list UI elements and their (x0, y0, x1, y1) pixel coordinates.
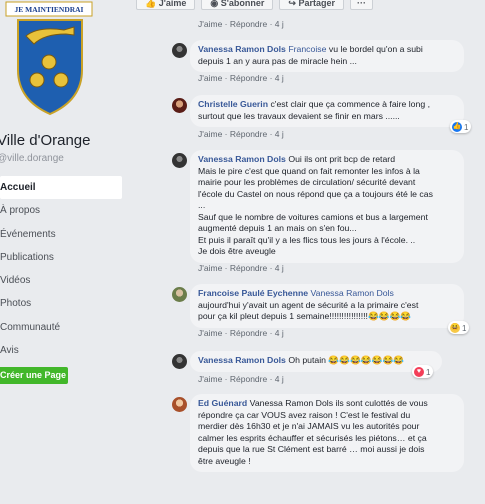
reaction-count[interactable]: ♥ 1 (412, 365, 434, 378)
avatar[interactable] (172, 43, 187, 58)
create-page-button[interactable]: Créer une Page (0, 367, 68, 384)
city-crest-logo[interactable]: JE MAINTIENDRAI (4, 0, 96, 118)
page-handle[interactable]: @ville.dorange (0, 153, 64, 164)
avatar[interactable] (172, 98, 187, 113)
comment-like-link[interactable]: J'aime (198, 328, 222, 338)
comment-reply-link[interactable]: Répondre (230, 73, 267, 83)
comment-author[interactable]: Vanessa Ramon Dols (198, 154, 286, 164)
nav-item-accueil[interactable]: Accueil (0, 176, 122, 200)
comment-text: Mais le pire c'est que quand on fait rem… (198, 165, 420, 176)
nav-item-communaute[interactable]: Communauté (0, 316, 122, 339)
avatar[interactable] (172, 287, 187, 302)
comment-like-link[interactable]: J'aime (198, 263, 222, 273)
comment-bubble: Christelle Guerin c'est clair que ça com… (190, 95, 464, 127)
comment-time[interactable]: 4 j (275, 73, 284, 83)
comment-text: Et puis il paraît qu'il y a les flics to… (198, 234, 416, 245)
comment-text: Vanessa Ramon Dols ils sont culottés de … (249, 398, 428, 408)
comment-bubble: Vanessa Ramon Dols Oui ils ont prit bcp … (190, 150, 464, 263)
comment-text: Sauf que le nombre de voitures camions e… (198, 211, 428, 222)
nav-item-a-propos[interactable]: À propos (0, 199, 122, 222)
comment-text: surtout que les travaux devaient se fini… (198, 110, 400, 121)
comment-author[interactable]: Vanessa Ramon Dols (198, 355, 286, 365)
comment-text: c'est clair que ça commence à faire long… (270, 99, 430, 109)
comment-reply-link[interactable]: Répondre (230, 263, 267, 273)
nav-item-evenements[interactable]: Événements (0, 223, 122, 246)
nav-item-photos[interactable]: Photos (0, 292, 122, 315)
comment-author[interactable]: Francoise Paulé Eychenne (198, 288, 308, 298)
comment-mention[interactable]: Vanessa Ramon Dols (311, 288, 394, 298)
comment-actions: J'aime · Répondre · 4 j (198, 19, 284, 29)
comment-actions: J'aime · Répondre · 4 j (198, 263, 284, 273)
avatar[interactable] (172, 153, 187, 168)
comment-author[interactable]: Christelle Guerin (198, 99, 268, 109)
comment-actions: J'aime · Répondre · 4 j (198, 328, 284, 338)
comment-reply-link[interactable]: Répondre (230, 328, 267, 338)
comment-text: Je dois être aveugle (198, 246, 276, 256)
comment-time[interactable]: 4 j (275, 19, 284, 29)
comment-text: depuis que la rue St Clément est barré …… (198, 444, 425, 454)
comment-bubble: Francoise Paulé Eychenne Vanessa Ramon D… (190, 284, 464, 328)
avatar[interactable] (172, 397, 187, 412)
heart-reaction-icon: ♥ (414, 367, 424, 377)
comment-reply-link[interactable]: Répondre (230, 374, 267, 384)
thumbs-up-icon: 👍 (145, 0, 159, 8)
reaction-number: 1 (464, 122, 469, 132)
page-nav: Accueil À propos Événements Publications… (0, 176, 122, 362)
comment-author[interactable]: Vanessa Ramon Dols (198, 44, 286, 54)
svg-text:JE MAINTIENDRAI: JE MAINTIENDRAI (15, 5, 84, 14)
comment-text: vu le bordel qu'on a subi (328, 44, 423, 54)
comment-text: depuis 1 an y aura pas de miracle hein .… (198, 55, 357, 66)
comment-author[interactable]: Ed Guénard (198, 398, 247, 408)
comment-text: augmenté depuis 1 an mais on s'en fou... (198, 223, 357, 233)
avatar[interactable] (172, 354, 187, 369)
page-sidebar: JE MAINTIENDRAI Ville d'Orange @ville.do… (0, 0, 128, 504)
comment-text: être aveugle ! (198, 455, 251, 466)
comment-like-link[interactable]: J'aime (198, 73, 222, 83)
reaction-count[interactable]: 😆 1 (448, 321, 470, 334)
comment-bubble: Vanessa Ramon Dols Oh putain 😂😂😂😂😂😂😂 (190, 351, 442, 372)
comment-actions: J'aime · Répondre · 4 j (198, 73, 284, 83)
like-reaction-icon: 👍 (452, 122, 462, 132)
comment-text: pour ça kil pleut depuis 1 semaine!!!!!!… (198, 311, 412, 321)
comment-time[interactable]: 4 j (275, 129, 284, 139)
comment-text: l'école du Castel on nous répond que ça … (198, 188, 433, 199)
comment-text: merdier dès 16h30 et je n'ai JAMAIS vu l… (198, 421, 420, 431)
comment-actions: J'aime · Répondre · 4 j (198, 374, 284, 384)
comment-text: Oh putain 😂😂😂😂😂😂😂 (288, 355, 405, 365)
comment-thread: J'aime · Répondre · 4 j Vanessa Ramon Do… (160, 0, 485, 504)
comment-bubble: Ed Guénard Vanessa Ramon Dols ils sont c… (190, 394, 464, 472)
reaction-number: 1 (426, 367, 431, 377)
comment-text: aujourd'hui y'avait un agent de sécurité… (198, 299, 419, 310)
comment-time[interactable]: 4 j (275, 263, 284, 273)
comment-reply-link[interactable]: Répondre (230, 19, 267, 29)
comment-text: ... (198, 200, 206, 210)
comment-text: calmer les esprits échauffer et sécurisé… (198, 432, 427, 443)
nav-item-publications[interactable]: Publications (0, 246, 122, 269)
comment-like-link[interactable]: J'aime (198, 19, 222, 29)
nav-item-avis[interactable]: Avis (0, 339, 122, 362)
comment-like-link[interactable]: J'aime (198, 374, 222, 384)
reaction-number: 1 (462, 323, 467, 333)
page-title[interactable]: Ville d'Orange (0, 132, 90, 149)
reaction-count[interactable]: 👍 1 (450, 120, 472, 133)
comment-text: Oui ils ont prit bcp de retard (288, 154, 396, 164)
nav-item-videos[interactable]: Vidéos (0, 269, 122, 292)
comment-bubble: Vanessa Ramon Dols Francoise vu le borde… (190, 40, 464, 72)
comment-text: répondre ça car VOUS avez raison ! C'est… (198, 409, 411, 420)
comment-time[interactable]: 4 j (275, 374, 284, 384)
comment-reply-link[interactable]: Répondre (230, 129, 267, 139)
comment-time[interactable]: 4 j (275, 328, 284, 338)
comment-actions: J'aime · Répondre · 4 j (198, 129, 284, 139)
haha-reaction-icon: 😆 (450, 323, 460, 333)
comment-text: mairie pour les problèmes de circulation… (198, 177, 416, 187)
comment-mention[interactable]: Francoise (288, 44, 326, 54)
comment-like-link[interactable]: J'aime (198, 129, 222, 139)
